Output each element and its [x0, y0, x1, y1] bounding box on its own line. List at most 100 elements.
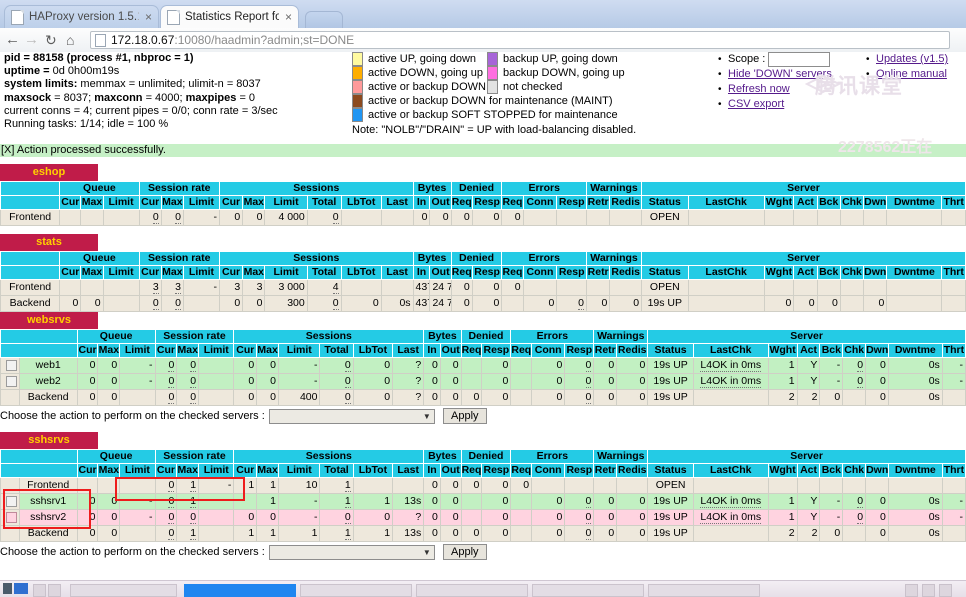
- server-action-bar: Choose the action to perform on the chec…: [0, 544, 966, 560]
- back-arrow-icon[interactable]: ←: [5, 32, 20, 48]
- taskbar-icon[interactable]: [48, 584, 61, 597]
- cell-ss-2: 3 000: [264, 279, 308, 296]
- cell-wn-0: 0: [593, 373, 618, 390]
- home-icon[interactable]: ⌂: [66, 32, 74, 48]
- group-warnings: Warnings: [593, 449, 649, 464]
- cell-by-0: 0: [423, 525, 441, 542]
- cell-wn-0: 0: [593, 389, 618, 406]
- cell-q-1: [80, 279, 104, 296]
- taskbar-icon[interactable]: [33, 584, 46, 597]
- stats-link[interactable]: Updates (v1.5): [876, 52, 948, 67]
- cell-sv-5: [839, 295, 865, 312]
- start-button[interactable]: [3, 583, 12, 594]
- cell-ss-4: 0: [352, 357, 394, 374]
- cell-q-0: 0: [76, 357, 99, 374]
- tab-haproxy-version[interactable]: HAProxy version 1.5.19 ×: [4, 5, 159, 28]
- cell-sr-0: 0: [154, 509, 178, 526]
- group-session-rate: Session rate: [138, 181, 220, 196]
- row-checkbox-cell[interactable]: [0, 493, 20, 510]
- col-dn-1: Resp: [481, 463, 512, 478]
- proxy-title: websrvs: [0, 312, 98, 329]
- server-checkbox[interactable]: [5, 375, 17, 387]
- cell-q-2: [102, 279, 140, 296]
- cell-er-2: [556, 209, 588, 226]
- proxy-section-eshop: eshop Queue Session rate Sessions Bytes Denie…: [0, 164, 966, 226]
- scope-row: • Scope :: [718, 52, 838, 67]
- group-warnings: Warnings: [593, 329, 649, 344]
- forward-arrow-icon[interactable]: →: [24, 32, 39, 48]
- cell-q-2: -: [119, 357, 156, 374]
- close-icon[interactable]: ×: [285, 10, 292, 24]
- col-ss-1: Max: [242, 195, 266, 210]
- scope-input[interactable]: [768, 52, 831, 67]
- cell-wn-1: [616, 477, 649, 494]
- cell-sv-1: L4OK in 0ms: [692, 357, 769, 374]
- cell-sv-4: [819, 477, 844, 494]
- cell-ss-4: 0: [352, 373, 394, 390]
- cell-q-2: [102, 209, 140, 226]
- row-checkbox-cell[interactable]: [0, 373, 20, 390]
- column-header-row: Cur Max Limit Cur Max Limit Cur Max Limit Total Lb…: [0, 195, 966, 210]
- stats-link[interactable]: Refresh now: [728, 82, 790, 97]
- col-sv-2: Wght: [767, 343, 798, 358]
- tab-label: Statistics Report for HAP: [185, 11, 279, 23]
- column-header-row: Cur Max Limit Cur Max Limit Cur Max Limit Total Lb…: [0, 343, 966, 358]
- taskbar-window[interactable]: [532, 584, 644, 597]
- cell-sv-7: [886, 295, 943, 312]
- taskbar-launcher-icon[interactable]: [14, 583, 28, 594]
- group-server: Server: [647, 449, 966, 464]
- cell-er-0: [510, 509, 533, 526]
- tray-icon[interactable]: [939, 584, 952, 597]
- row-label: Frontend: [0, 209, 61, 226]
- cell-sv-0: 19s UP: [647, 389, 694, 406]
- cell-sr-2: [198, 493, 235, 510]
- taskbar-window[interactable]: [416, 584, 528, 597]
- col-sv-3: Act: [793, 265, 818, 280]
- cell-sv-8: -: [941, 493, 966, 510]
- cell-wn-1: 0: [616, 373, 649, 390]
- col-sr-0: Cur: [154, 343, 178, 358]
- tab-statistics-report[interactable]: Statistics Report for HAP ×: [160, 5, 299, 28]
- cell-ss-3: 0: [319, 389, 354, 406]
- close-icon[interactable]: ×: [145, 10, 152, 24]
- col-q-2: Limit: [119, 343, 156, 358]
- cell-q-0: [59, 209, 82, 226]
- server-checkbox[interactable]: [5, 359, 17, 371]
- action-select[interactable]: ▼: [268, 408, 435, 424]
- server-checkbox[interactable]: [5, 511, 17, 523]
- cell-er-2: 0: [564, 509, 595, 526]
- cell-sv-8: -: [941, 373, 966, 390]
- cell-sr-2: [198, 357, 235, 374]
- row-checkbox-cell[interactable]: [0, 509, 20, 526]
- action-select[interactable]: ▼: [268, 544, 435, 560]
- group-header-row: Queue Session rate Sessions Bytes Denied Erro…: [0, 449, 966, 464]
- cell-sv-2: [767, 477, 798, 494]
- corner-header: [0, 343, 78, 358]
- cell-by-0: 0: [423, 509, 441, 526]
- apply-button[interactable]: Apply: [442, 408, 487, 424]
- taskbar-window[interactable]: [300, 584, 412, 597]
- row-checkbox-cell[interactable]: [0, 357, 20, 374]
- stats-link[interactable]: CSV export: [728, 97, 784, 112]
- group-denied: Denied: [450, 251, 503, 266]
- legend-label: backup UP, going down: [503, 52, 618, 65]
- cell-q-0: 0: [59, 295, 82, 312]
- cell-q-0: 0: [76, 373, 99, 390]
- tray-icon[interactable]: [922, 584, 935, 597]
- cell-q-0: 0: [76, 389, 99, 406]
- reload-icon[interactable]: ↻: [45, 32, 57, 48]
- taskbar-window-active[interactable]: [184, 584, 296, 597]
- tray-icon[interactable]: [905, 584, 918, 597]
- taskbar-window[interactable]: [70, 584, 177, 597]
- cell-ss-5: ?: [392, 389, 425, 406]
- cell-dn-0: 0: [450, 209, 473, 226]
- cell-q-2: [102, 295, 140, 312]
- status-legend: active UP, going down backup UP, going do…: [352, 52, 682, 137]
- col-ss-4: LbTot: [340, 265, 382, 280]
- taskbar-window[interactable]: [648, 584, 760, 597]
- cell-sv-5: [839, 279, 865, 296]
- server-checkbox[interactable]: [5, 495, 17, 507]
- address-bar[interactable]: 172.18.0.67:10080/haadmin?admin;st=DONE: [90, 31, 950, 49]
- col-sv-0: Status: [641, 195, 689, 210]
- apply-button[interactable]: Apply: [442, 544, 487, 560]
